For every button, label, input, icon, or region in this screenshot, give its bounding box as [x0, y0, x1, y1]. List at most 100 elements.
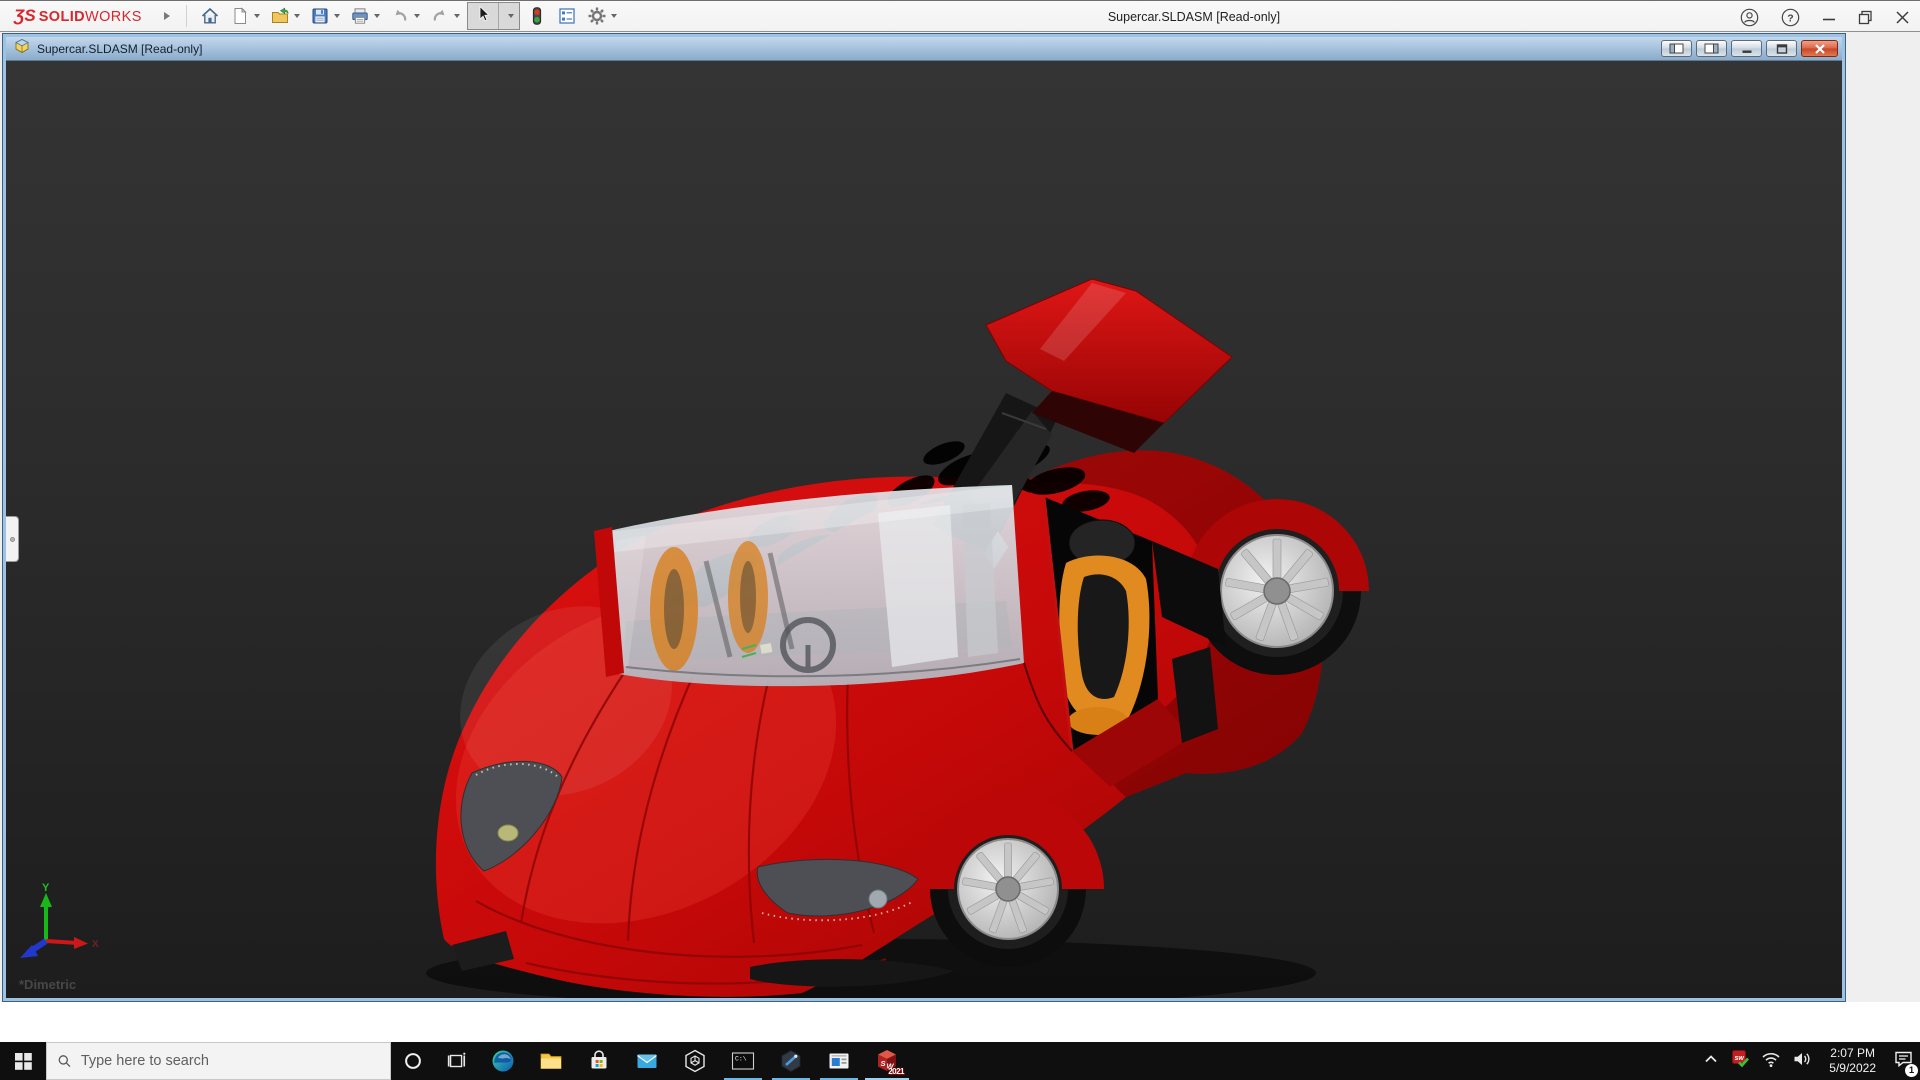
taskbar-app-mail[interactable]	[623, 1042, 671, 1080]
new-document-icon	[230, 6, 250, 26]
select-tool-group	[467, 2, 520, 30]
taskbar-clock[interactable]: 2:07 PM 5/9/2022	[1823, 1046, 1882, 1076]
document-window: Supercar.SLDASM [Read-only]	[2, 33, 1846, 1002]
solidworks-logo-solid: SOLID	[39, 9, 85, 25]
rebuild-traffic-light-icon	[527, 6, 547, 26]
doc-minimize-icon	[1741, 44, 1753, 54]
cortana-button[interactable]	[391, 1042, 435, 1080]
taskbar-app-file-explorer[interactable]	[527, 1042, 575, 1080]
app-window-title: Supercar.SLDASM [Read-only]	[1108, 1, 1280, 33]
document-title: Supercar.SLDASM [Read-only]	[37, 42, 202, 56]
command-prompt-icon: C:\	[730, 1048, 756, 1074]
start-icon	[15, 1053, 32, 1070]
save-dropdown-icon[interactable]	[334, 14, 340, 18]
select-tool-button[interactable]	[468, 3, 498, 29]
rebuild-button[interactable]	[524, 3, 550, 29]
account-button[interactable]	[1740, 8, 1759, 27]
sw-tray-button[interactable]: sw	[1731, 1049, 1750, 1073]
taskbar-app-edrawings[interactable]	[767, 1042, 815, 1080]
supercar-3d-model[interactable]	[6, 61, 1842, 998]
undo-icon	[390, 6, 410, 26]
svg-text:sw: sw	[1735, 1055, 1745, 1062]
cortana-icon	[402, 1050, 424, 1072]
taskbar-search[interactable]	[46, 1042, 391, 1080]
restore-button[interactable]	[1858, 10, 1873, 25]
open-button[interactable]	[267, 3, 303, 29]
wifi-button[interactable]	[1761, 1050, 1781, 1073]
settings-dropdown-icon[interactable]	[611, 14, 617, 18]
new-document-dropdown-icon[interactable]	[254, 14, 260, 18]
print-dropdown-icon[interactable]	[374, 14, 380, 18]
taskbar-app-edge[interactable]	[479, 1042, 527, 1080]
minimize-button[interactable]	[1822, 10, 1836, 24]
open-dropdown-icon[interactable]	[294, 14, 300, 18]
svg-text:?: ?	[1787, 12, 1793, 24]
triad-x-label: X	[92, 939, 99, 950]
task-view-button[interactable]	[435, 1042, 479, 1080]
search-input[interactable]	[81, 1053, 380, 1069]
redo-dropdown-icon[interactable]	[454, 14, 460, 18]
open-icon	[270, 6, 290, 26]
volume-button[interactable]	[1792, 1050, 1812, 1073]
triad-y-label: Y	[42, 882, 50, 894]
redo-button[interactable]	[427, 3, 463, 29]
print-button[interactable]	[347, 3, 383, 29]
volume-icon	[1792, 1050, 1812, 1068]
undo-dropdown-icon[interactable]	[414, 14, 420, 18]
doc-restore-icon	[1776, 44, 1788, 54]
taskbar-app-composer[interactable]	[815, 1042, 863, 1080]
taskbar-app-solidworks[interactable]: SW 2021	[863, 1042, 911, 1080]
start-button[interactable]	[0, 1042, 46, 1080]
restore-icon	[1858, 10, 1873, 25]
menu-flyout-arrow-icon[interactable]	[164, 12, 170, 20]
new-document-button[interactable]	[227, 3, 263, 29]
minimize-icon	[1822, 10, 1836, 24]
toolbar-separator	[186, 5, 187, 27]
solidworks-logo-works: WORKS	[85, 9, 142, 25]
taskbar-app-store[interactable]	[575, 1042, 623, 1080]
app-window-controls: ?	[1740, 1, 1910, 33]
system-tray: sw 2:07 PM 5/9/2022 1	[1698, 1042, 1920, 1080]
document-title-bar[interactable]: Supercar.SLDASM [Read-only]	[6, 37, 1842, 60]
home-button[interactable]	[197, 3, 223, 29]
tray-chevron-button[interactable]	[1702, 1050, 1720, 1073]
show-right-pane-button[interactable]	[1696, 40, 1727, 57]
feature-tree-collapse-tab[interactable]	[6, 516, 19, 562]
app-title-bar: ƷS SOLID WORKS	[0, 0, 1920, 32]
redo-icon	[430, 6, 450, 26]
pane-left-icon	[1669, 43, 1684, 54]
options-list-button[interactable]	[554, 3, 580, 29]
doc-minimize-button[interactable]	[1731, 40, 1762, 57]
doc-close-button[interactable]	[1801, 40, 1838, 57]
graphics-viewport[interactable]: Y X *Dimetric	[6, 60, 1842, 998]
edrawings-icon	[778, 1048, 804, 1074]
solidworks-year-label: 2021	[888, 1067, 904, 1076]
doc-close-icon	[1814, 44, 1826, 54]
account-icon	[1740, 8, 1759, 27]
solidworks-logo-glyph: ƷS	[14, 6, 36, 26]
select-cursor-icon	[473, 4, 493, 29]
clock-date: 5/9/2022	[1829, 1061, 1876, 1076]
notification-badge: 1	[1905, 1064, 1918, 1077]
doc-restore-button[interactable]	[1766, 40, 1797, 57]
clock-time: 2:07 PM	[1829, 1046, 1876, 1061]
search-icon	[57, 1053, 72, 1069]
taskbar-app-3d-viewer[interactable]	[671, 1042, 719, 1080]
pane-right-icon	[1704, 43, 1719, 54]
close-button[interactable]	[1895, 10, 1910, 25]
save-icon	[310, 6, 330, 26]
select-tool-dropdown[interactable]	[498, 3, 519, 29]
save-button[interactable]	[307, 3, 343, 29]
close-icon	[1895, 10, 1910, 25]
taskbar-app-command-prompt[interactable]: C:\	[719, 1042, 767, 1080]
settings-button[interactable]	[584, 3, 620, 29]
action-center-button[interactable]: 1	[1893, 1049, 1914, 1074]
show-left-pane-button[interactable]	[1661, 40, 1692, 57]
3d-viewer-icon	[682, 1048, 708, 1074]
wifi-icon	[1761, 1050, 1781, 1068]
assembly-document-icon	[14, 38, 30, 59]
svg-text:C:\: C:\	[735, 1056, 747, 1063]
undo-button[interactable]	[387, 3, 423, 29]
view-orientation-label: *Dimetric	[19, 977, 76, 992]
help-button[interactable]: ?	[1781, 8, 1800, 27]
